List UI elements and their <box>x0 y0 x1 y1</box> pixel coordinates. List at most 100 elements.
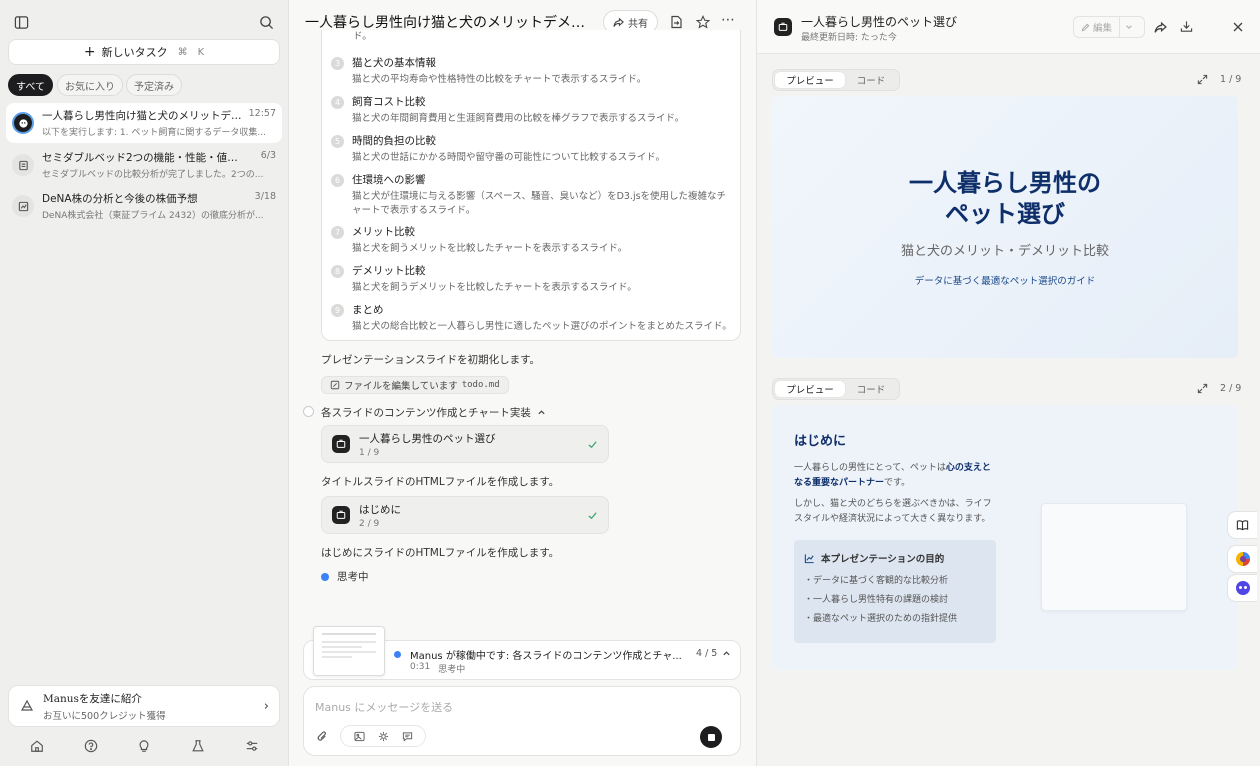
message-input[interactable]: Manus にメッセージを送る <box>315 699 453 715</box>
slide1-view-toggle: プレビュー コード <box>772 69 900 91</box>
slide2-heading: はじめに <box>794 434 847 449</box>
slide2-p1-text: 一人暮らしの男性にとって、ペットは <box>794 463 946 473</box>
referral-promo[interactable]: Manusを友達に紹介 お互いに500クレジット獲得 › <box>8 685 280 727</box>
lightbulb-icon[interactable] <box>137 739 151 753</box>
step-title: 猫と犬の基本情報 <box>352 57 436 69</box>
task-subtitle: 以下を実行します: 1. ペット飼育に関するデータ収集... <box>42 128 266 138</box>
plan-step: 3 猫と犬の基本情報 猫と犬の平均寿命や性格特性の比較をチャートで表示するスライド。 <box>331 55 646 87</box>
file-export-icon[interactable] <box>670 15 683 29</box>
assistant-bot-icon[interactable] <box>1227 574 1257 602</box>
download-icon[interactable] <box>1180 20 1193 33</box>
task-item[interactable]: 一人暮らし男性向け猫と犬のメリットデメリ... 12:57 以下を実行します: 1… <box>6 103 282 143</box>
slide-card-counter: 2 / 9 <box>359 518 380 529</box>
search-icon[interactable] <box>259 15 274 30</box>
pencil-icon <box>1081 23 1090 32</box>
step-desc: 猫と犬が住環境に与える影響（スペース、騒音、臭いなど）をD3.jsを使用した複雑… <box>352 191 727 216</box>
chevron-up-icon[interactable] <box>722 649 731 658</box>
tab-code[interactable]: コード <box>845 381 897 397</box>
chart-line-icon <box>804 553 815 564</box>
thinking-dot-icon <box>321 572 329 581</box>
file-edit-chip[interactable]: ファイルを編集しています todo.md <box>321 376 509 394</box>
attach-icon[interactable] <box>316 730 328 743</box>
slide-1-preview: 一人暮らし男性の ペット選び 猫と犬のメリット・デメリット比較 データに基づく最… <box>772 96 1238 358</box>
task-title: DeNA株の分析と今後の株価予想 <box>42 193 198 205</box>
slide2-counter: 2 / 9 <box>1220 383 1242 394</box>
star-icon[interactable] <box>696 15 710 29</box>
status-time: 0:31 <box>410 662 431 672</box>
sidebar-toggle-icon[interactable] <box>14 15 29 30</box>
step-title: 時間的負担の比較 <box>352 135 436 147</box>
slide1-caption: データに基づく最適なペット選択のガイド <box>914 276 1096 288</box>
preview-title: 一人暮らし男性のペット選び <box>801 15 958 29</box>
chevron-down-icon[interactable] <box>1120 23 1138 31</box>
task-subtitle: DeNA株式会社（東証プライム 2432）の徹底分析が... <box>42 211 264 221</box>
slide1-subtitle: 猫と犬のメリット・デメリット比較 <box>900 244 1109 260</box>
tab-code[interactable]: コード <box>845 72 897 88</box>
step-desc: 猫と犬の世話にかかる時間や留守番の可能性について比較するスライド。 <box>352 152 666 163</box>
slide-card-counter: 1 / 9 <box>359 447 380 458</box>
home-icon[interactable] <box>30 739 44 753</box>
editing-label: ファイルを編集しています <box>344 381 458 392</box>
expand-icon[interactable] <box>1197 383 1208 394</box>
expand-icon[interactable] <box>1197 74 1208 85</box>
task-date: 6/3 <box>260 150 276 161</box>
sidebar-bottom-bar <box>0 734 289 758</box>
preview-updated: 最終更新日時: たった今 <box>801 33 897 43</box>
thinking-indicator: 思考中 <box>321 569 369 584</box>
step-number: 9 <box>331 304 344 317</box>
settings-sliders-icon[interactable] <box>245 739 259 753</box>
filter-all[interactable]: すべて <box>8 74 53 96</box>
slide-card-title: はじめに <box>359 503 401 516</box>
chat-panel: 一人暮らし男性向け猫と犬のメリットデメリッ... 共有 ⋯ ド。 3 猫と犬の基本… <box>289 0 755 766</box>
phase-header[interactable]: 各スライドのコンテンツ作成とチャート実装 <box>321 405 546 420</box>
edit-button[interactable]: 編集 <box>1074 17 1121 37</box>
chat-bubble-icon[interactable] <box>402 731 413 742</box>
filter-scheduled[interactable]: 予定済み <box>126 74 182 96</box>
step-desc: 猫と犬を飼うデメリットを比較したチャートを表示するスライド。 <box>352 282 637 293</box>
tab-preview[interactable]: プレビュー <box>775 72 845 88</box>
task-status-bar[interactable]: Manus が稼働中です: 各スライドのコンテンツ作成とチャ... 0:31 思… <box>303 626 741 680</box>
document-icon <box>12 154 34 176</box>
color-palette-icon[interactable] <box>1227 545 1257 573</box>
plan-step: 9 まとめ 猫と犬の総合比較と一人暮らし男性に適したペット選びのポイントをまとめたス… <box>331 302 732 334</box>
more-options-icon[interactable]: ⋯ <box>721 12 736 28</box>
stop-button[interactable] <box>700 726 722 748</box>
step-title: メリット比較 <box>352 226 415 238</box>
flask-icon[interactable] <box>191 739 205 753</box>
new-task-label: 新しいタスク <box>101 46 168 59</box>
book-icon[interactable] <box>1227 511 1257 539</box>
slide-2-preview: はじめに 一人暮らしの男性にとって、ペットは心の支えとなる重要なパートナーです。… <box>772 405 1238 670</box>
task-avatar-icon <box>12 112 34 134</box>
slides-icon <box>774 18 792 36</box>
running-dot-icon <box>394 651 401 658</box>
chevron-right-icon: › <box>263 698 269 714</box>
task-title: セミダブルベッド2つの機能・性能・値段比較 <box>42 152 247 164</box>
slide1-counter: 1 / 9 <box>1220 74 1242 85</box>
share-icon[interactable] <box>1154 21 1167 34</box>
promo-subtitle: お互いに500クレジット獲得 <box>43 710 166 722</box>
tab-preview[interactable]: プレビュー <box>775 381 845 397</box>
task-item[interactable]: セミダブルベッド2つの機能・性能・値段比較 6/3 セミダブルベッドの比較分析が完… <box>6 145 282 185</box>
task-date: 12:57 <box>248 108 276 119</box>
promo-title: Manusを友達に紹介 <box>43 692 142 705</box>
edit-file-icon <box>330 380 340 390</box>
help-icon[interactable] <box>84 739 98 753</box>
slide-card[interactable]: 一人暮らし男性のペット選び 1 / 9 <box>321 425 609 463</box>
new-task-button[interactable]: + 新しいタスク ⌘ K <box>8 39 280 65</box>
slides-icon <box>332 435 350 453</box>
plan-step: 8 デメリット比較 猫と犬を飼うデメリットを比較したチャートを表示するスライド。 <box>331 263 637 295</box>
task-item[interactable]: DeNA株の分析と今後の株価予想 3/18 DeNA株式会社（東証プライム 243… <box>6 186 282 226</box>
step-title: 住環境への影響 <box>352 174 426 186</box>
purpose-item: ・最適なペット選択のための指針提供 <box>804 614 958 624</box>
message-init: プレゼンテーションスライドを初期化します。 <box>321 354 541 366</box>
screen-thumbnail[interactable] <box>313 626 385 676</box>
phase-label: 各スライドのコンテンツ作成とチャート実装 <box>321 407 531 419</box>
slide-card[interactable]: はじめに 2 / 9 <box>321 496 609 534</box>
tool-group <box>340 725 426 747</box>
integrations-icon[interactable] <box>378 731 389 742</box>
close-icon[interactable] <box>1232 21 1244 33</box>
step-title: まとめ <box>352 304 384 316</box>
image-edit-icon[interactable] <box>353 731 365 742</box>
filter-favorites[interactable]: お気に入り <box>57 74 123 96</box>
editing-filename: todo.md <box>461 380 500 390</box>
